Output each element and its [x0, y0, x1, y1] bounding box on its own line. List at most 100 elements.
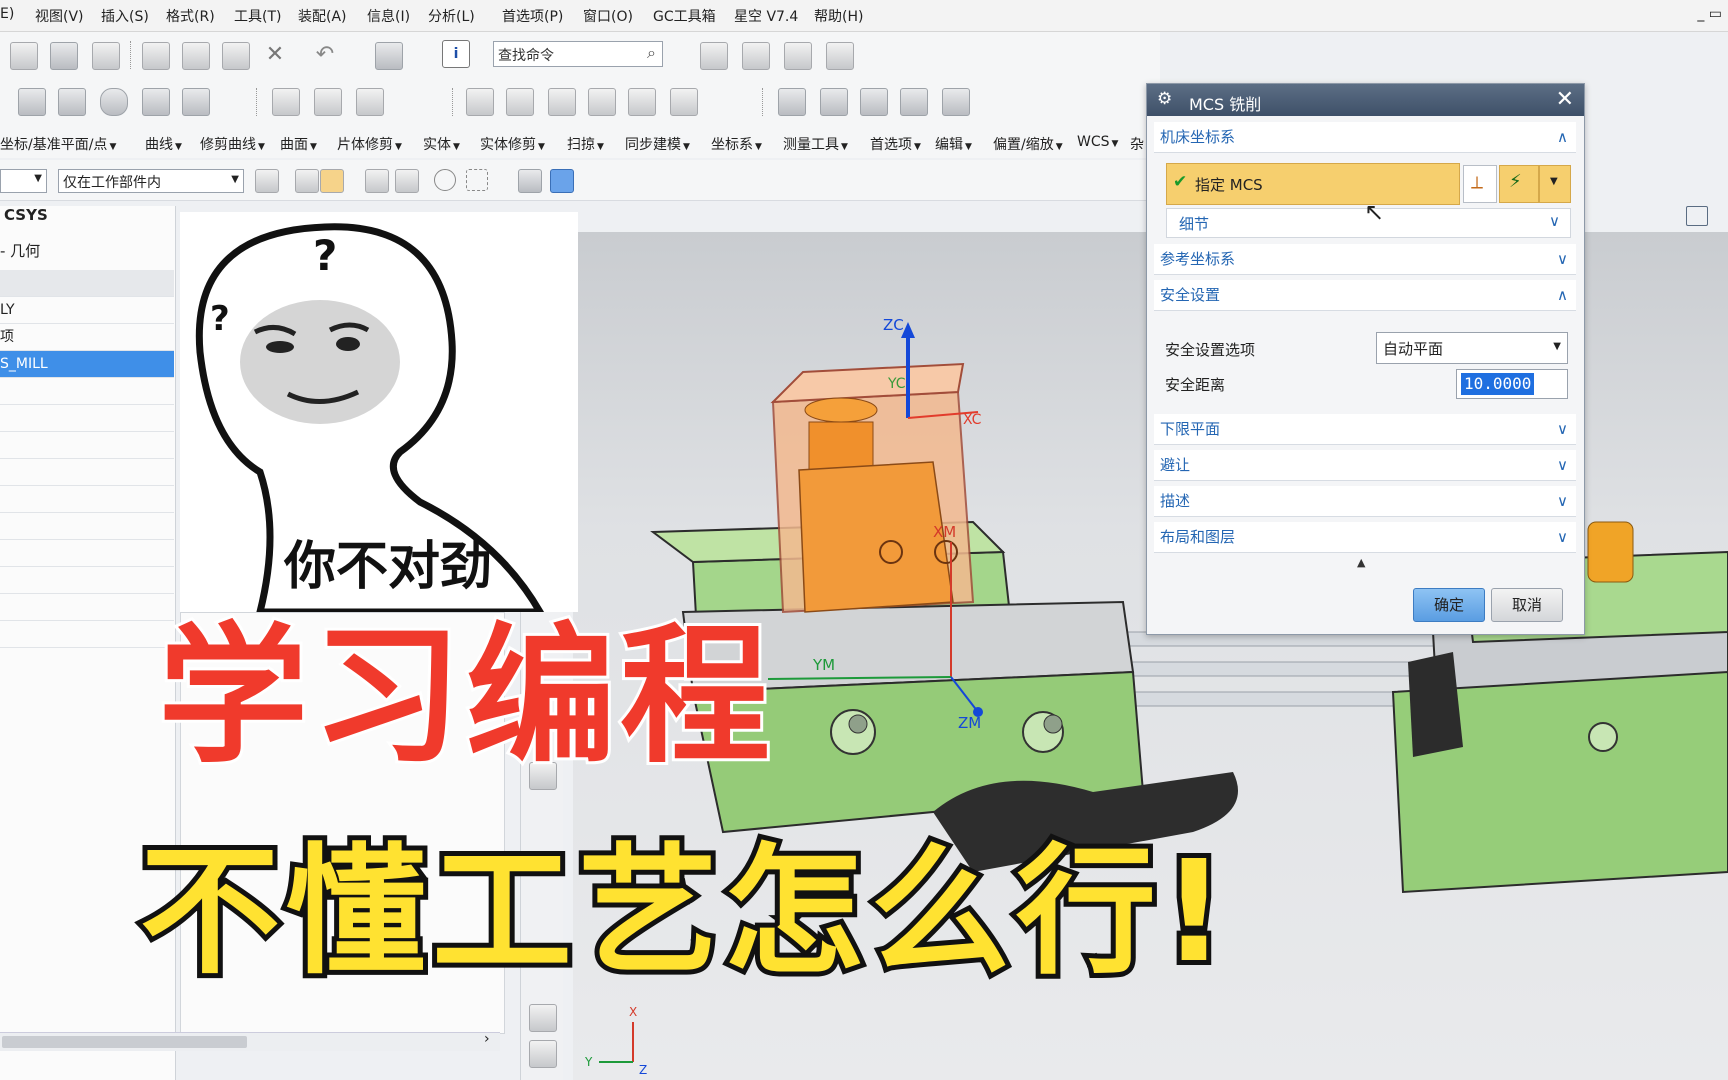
navigator-row[interactable] [0, 486, 174, 513]
section-reference-csys[interactable]: 参考坐标系 ∨ [1154, 244, 1576, 275]
thicken-icon[interactable] [670, 88, 698, 116]
clearance-option-select[interactable]: 自动平面 ▼ [1376, 332, 1568, 364]
menu-format[interactable]: 格式(R) [166, 6, 215, 26]
snap-point-icon[interactable] [295, 169, 319, 193]
navigator-row[interactable] [0, 621, 174, 648]
menu-help[interactable]: 帮助(H) [814, 6, 863, 26]
section-avoidance[interactable]: 避让 ∨ [1154, 450, 1576, 481]
cmd-sync-modeling[interactable]: 同步建模 ▼ [625, 134, 690, 154]
cut-icon[interactable] [142, 42, 170, 70]
cmd-wcs[interactable]: WCS ▼ [1077, 134, 1118, 150]
navigator-row[interactable] [0, 459, 174, 486]
parts-icon[interactable] [529, 1004, 557, 1032]
scrollbar-thumb[interactable] [2, 1036, 247, 1048]
list-icon[interactable] [314, 88, 342, 116]
window-controls[interactable]: _ ▭ [1697, 6, 1722, 22]
cmd-curve[interactable]: 曲线 ▼ [145, 134, 182, 154]
quick-pick-icon[interactable] [395, 169, 419, 193]
menu-window[interactable]: 窗口(O) [583, 6, 633, 26]
spline-icon[interactable] [826, 42, 854, 70]
cmd-offset-scale[interactable]: 偏置/缩放 ▼ [993, 134, 1063, 154]
menu-edit[interactable]: E) [0, 6, 14, 22]
history-icon[interactable] [529, 1040, 557, 1068]
draft-icon[interactable] [942, 88, 970, 116]
navigator-row[interactable]: 项 [0, 324, 174, 351]
cylinder2-icon[interactable] [860, 88, 888, 116]
mesh-icon[interactable] [628, 88, 656, 116]
print-icon[interactable] [92, 42, 120, 70]
cmd-csys[interactable]: 坐标系 ▼ [711, 134, 762, 154]
info-icon[interactable]: i [442, 40, 470, 68]
horizontal-scrollbar[interactable]: › [0, 1031, 500, 1051]
offset-icon[interactable] [588, 88, 616, 116]
cmd-sweep[interactable]: 扫掠 ▼ [567, 134, 604, 154]
shaded-view-icon[interactable] [518, 169, 542, 193]
delete-icon[interactable]: ✕ [262, 42, 288, 68]
search-input[interactable]: 查找命令 [498, 45, 554, 65]
undo-icon[interactable]: ↶ [312, 42, 338, 68]
fit-view-icon[interactable] [1686, 206, 1708, 226]
arrow-right-icon[interactable] [356, 88, 384, 116]
csys-manipulator-button[interactable]: ⚡ [1499, 165, 1539, 203]
menu-insert[interactable]: 插入(S) [101, 6, 149, 26]
scope-filter-dropdown[interactable]: 仅在工作部件内 ▼ [58, 169, 244, 193]
subtract-icon[interactable] [900, 88, 928, 116]
cmd-edit[interactable]: 编辑 ▼ [935, 134, 972, 154]
menu-view[interactable]: 视图(V) [35, 6, 84, 26]
boolean-icon[interactable] [820, 88, 848, 116]
cmd-solid-trim[interactable]: 实体修剪 ▼ [480, 134, 545, 154]
cube-view-icon[interactable] [550, 169, 574, 193]
navigator-row[interactable] [0, 567, 174, 594]
rect-select-icon[interactable] [466, 169, 488, 191]
box-3d-icon[interactable] [778, 88, 806, 116]
assembly-icon[interactable] [375, 42, 403, 70]
mcs-options-dropdown[interactable]: ▼ [1539, 165, 1571, 203]
extrude-icon[interactable] [142, 88, 170, 116]
navigator-row[interactable] [0, 432, 174, 459]
search-icon[interactable]: ⌕ [647, 43, 656, 63]
open-icon[interactable] [10, 42, 38, 70]
close-icon[interactable]: ✕ [1556, 87, 1574, 112]
cmd-datum[interactable]: 坐标/基准平面/点 ▼ [0, 134, 116, 154]
navigator-row[interactable] [0, 378, 174, 405]
select-point-icon[interactable] [320, 169, 344, 193]
cmd-preferences[interactable]: 首选项 ▼ [870, 134, 921, 154]
cylinder-icon[interactable] [100, 88, 128, 116]
specify-mcs-row[interactable]: ✔ 指定 MCS [1166, 163, 1460, 205]
curve-icon[interactable] [784, 42, 812, 70]
move-icon[interactable] [365, 169, 389, 193]
menu-xingkong[interactable]: 星空 V7.4 [734, 6, 798, 26]
collapse-more-icon[interactable]: ▲ [1357, 556, 1365, 569]
ok-button[interactable]: 确定 [1413, 588, 1485, 622]
menu-preferences[interactable]: 首选项(P) [502, 6, 563, 26]
filter-icon[interactable] [255, 169, 279, 193]
section-layout-layers[interactable]: 布局和图层 ∨ [1154, 522, 1576, 553]
navigator-row-selected[interactable]: S_MILL [0, 351, 174, 378]
trim-icon[interactable] [548, 88, 576, 116]
scroll-right-icon[interactable]: › [484, 1031, 490, 1047]
cmd-trim-curve[interactable]: 修剪曲线 ▼ [200, 134, 265, 154]
line-icon[interactable] [466, 88, 494, 116]
dialog-titlebar[interactable]: ⚙ MCS 铣削 ✕ [1147, 84, 1584, 116]
menu-info[interactable]: 信息(I) [367, 6, 410, 26]
navigator-row[interactable] [0, 594, 174, 621]
menu-tools[interactable]: 工具(T) [234, 6, 281, 26]
cmd-solid[interactable]: 实体 ▼ [423, 134, 460, 154]
csys-dialog-button[interactable]: ⟂ [1463, 165, 1497, 203]
cube-icon[interactable] [58, 88, 86, 116]
copy-icon[interactable] [182, 42, 210, 70]
safe-distance-input[interactable]: 10.0000 [1456, 369, 1568, 399]
paste-icon[interactable] [222, 42, 250, 70]
section-clearance[interactable]: 安全设置 ∧ [1154, 280, 1576, 311]
menu-analysis[interactable]: 分析(L) [428, 6, 475, 26]
snap-icon[interactable] [700, 42, 728, 70]
cancel-button[interactable]: 取消 [1491, 588, 1563, 622]
search-command-box[interactable]: 查找命令 ⌕ [493, 41, 663, 67]
cmd-sheet-trim[interactable]: 片体修剪 ▼ [337, 134, 402, 154]
navigator-row[interactable] [0, 513, 174, 540]
cmd-misc[interactable]: 杂 [1130, 134, 1144, 154]
sketch-icon[interactable] [742, 42, 770, 70]
section-description[interactable]: 描述 ∨ [1154, 486, 1576, 517]
section-machine-csys[interactable]: 机床坐标系 ∧ [1154, 122, 1576, 153]
navigator-row[interactable]: LY [0, 297, 174, 324]
